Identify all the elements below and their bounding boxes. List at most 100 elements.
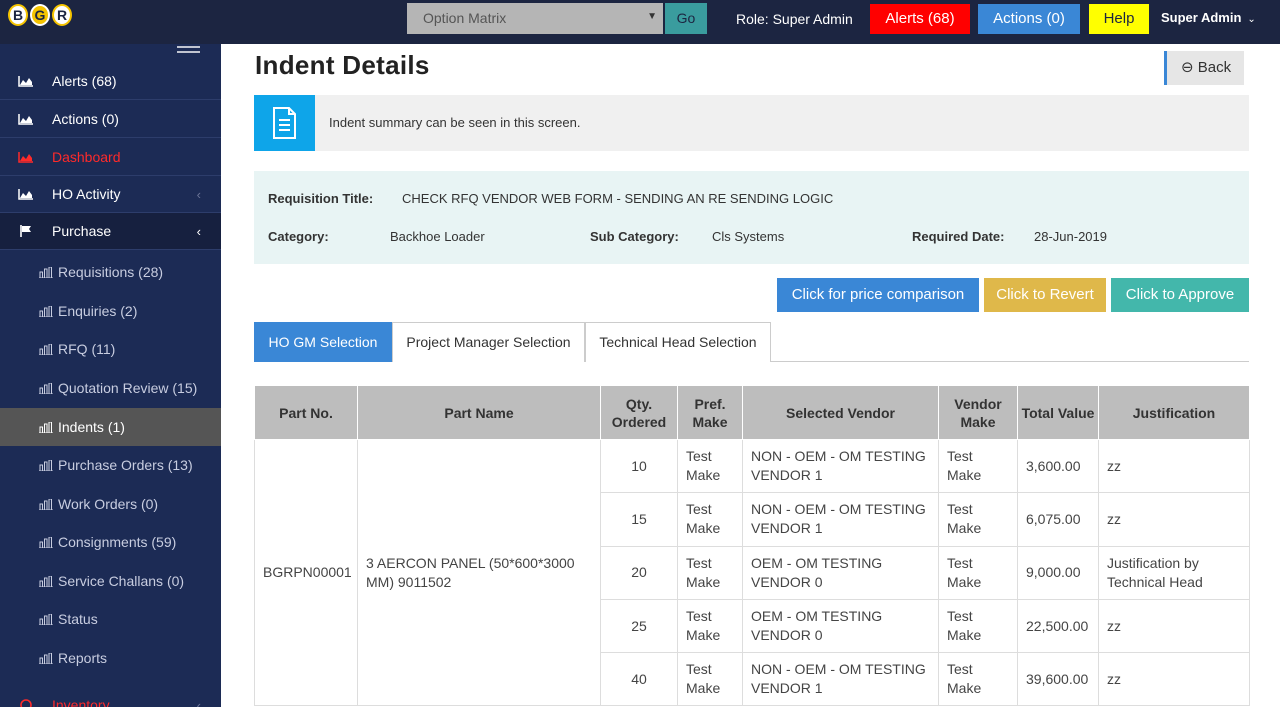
vendor-make-cell: Test Make xyxy=(938,492,1018,547)
total-value-cell: 9,000.00 xyxy=(1017,545,1099,600)
qty-cell: 20 xyxy=(600,545,678,600)
bar-chart-icon xyxy=(39,383,53,394)
total-value-cell: 6,075.00 xyxy=(1017,492,1099,547)
category-value: Backhoe Loader xyxy=(390,229,485,244)
sidebar-subitem-purchase-orders[interactable]: Purchase Orders (13) xyxy=(0,446,221,484)
option-matrix-select[interactable]: Option Matrix ▼ xyxy=(407,3,663,34)
vendor-cell: NON - OEM - OM TESTING VENDOR 1 xyxy=(742,652,939,707)
sidebar-subitem-label: Status xyxy=(58,611,98,627)
user-menu[interactable]: Super Admin ⌄ xyxy=(1161,10,1256,25)
part-no-cell: BGRPN00001 xyxy=(254,438,358,707)
table-header-row: Part No. Part Name Qty. Ordered Pref. Ma… xyxy=(254,385,1250,440)
sidebar-subitem-label: Quotation Review (15) xyxy=(58,380,198,396)
pref-make-cell: Test Make xyxy=(677,652,743,707)
subcategory-label: Sub Category: xyxy=(590,229,679,244)
sidebar-item-actions[interactable]: Actions (0) xyxy=(0,101,221,138)
sidebar-item-label: Actions (0) xyxy=(52,111,119,127)
revert-button[interactable]: Click to Revert xyxy=(984,278,1106,312)
vendor-cell: OEM - OM TESTING VENDOR 0 xyxy=(742,545,939,600)
bar-chart-icon xyxy=(39,344,53,355)
col-header-pref-make: Pref. Make xyxy=(677,385,743,440)
indent-table: Part No. Part Name Qty. Ordered Pref. Ma… xyxy=(254,385,1250,707)
col-header-vendor-make: Vendor Make xyxy=(938,385,1018,440)
bgr-logo[interactable]: B G R xyxy=(8,4,72,32)
col-header-selected-vendor: Selected Vendor xyxy=(742,385,939,440)
actions-button[interactable]: Actions (0) xyxy=(978,4,1080,34)
vendor-make-cell: Test Make xyxy=(938,598,1018,654)
requisition-title-value: CHECK RFQ VENDOR WEB FORM - SENDING AN R… xyxy=(402,191,834,206)
col-header-total-value: Total Value xyxy=(1017,385,1099,440)
pref-make-cell: Test Make xyxy=(677,545,743,600)
sidebar-item-label: Purchase xyxy=(52,223,112,239)
inventory-icon xyxy=(20,699,32,707)
sidebar-item-label: Alerts (68) xyxy=(52,73,117,89)
part-name-cell: 3 AERCON PANEL (50*600*3000 MM) 9011502 xyxy=(357,438,601,707)
info-callout: Indent summary can be seen in this scree… xyxy=(254,95,1249,151)
user-name: Super Admin xyxy=(1161,10,1242,25)
tab-technical-head-selection[interactable]: Technical Head Selection xyxy=(585,322,771,362)
tab-ho-gm-selection[interactable]: HO GM Selection xyxy=(254,322,392,362)
option-matrix-value: Option Matrix xyxy=(423,10,507,26)
sidebar-subitem-work-orders[interactable]: Work Orders (0) xyxy=(0,485,221,523)
vendor-make-cell: Test Make xyxy=(938,545,1018,600)
bar-chart-icon xyxy=(39,537,53,548)
hamburger-menu-icon[interactable] xyxy=(177,46,200,56)
sidebar-item-alerts[interactable]: Alerts (68) xyxy=(0,63,221,100)
pref-make-cell: Test Make xyxy=(677,438,743,494)
info-text: Indent summary can be seen in this scree… xyxy=(329,115,581,130)
sidebar-subitem-quotation-review[interactable]: Quotation Review (15) xyxy=(0,369,221,407)
total-value-cell: 3,600.00 xyxy=(1017,438,1099,494)
sidebar-subitem-label: Indents (1) xyxy=(58,419,125,435)
col-header-part-name: Part Name xyxy=(357,385,601,440)
bar-chart-icon xyxy=(39,614,53,625)
flag-icon xyxy=(20,225,31,237)
table-row: BGRPN00001 3 AERCON PANEL (50*600*3000 M… xyxy=(254,438,1250,707)
requisition-title-label: Requisition Title: xyxy=(268,191,374,206)
chevron-left-icon: ‹ xyxy=(196,698,201,707)
sidebar-subitem-label: RFQ (11) xyxy=(58,341,116,357)
go-button[interactable]: Go xyxy=(665,3,707,34)
qty-cell: 25 xyxy=(600,598,678,654)
sidebar-subitem-rfq[interactable]: RFQ (11) xyxy=(0,330,221,368)
chevron-left-icon: ‹ xyxy=(196,224,201,239)
qty-cell: 15 xyxy=(600,492,678,547)
circle-arrow-left-icon: ⊖ xyxy=(1181,59,1194,76)
sidebar-item-dashboard[interactable]: Dashboard xyxy=(0,139,221,176)
sidebar-item-purchase[interactable]: Purchase ‹ xyxy=(0,213,221,250)
sidebar-item-inventory[interactable]: Inventory ‹ xyxy=(0,687,221,707)
sidebar: Alerts (68) Actions (0) Dashboard HO Act… xyxy=(0,44,221,707)
sidebar-subitem-service-challans[interactable]: Service Challans (0) xyxy=(0,562,221,600)
sidebar-subitem-enquiries[interactable]: Enquiries (2) xyxy=(0,292,221,330)
approve-button[interactable]: Click to Approve xyxy=(1111,278,1249,312)
alerts-button[interactable]: Alerts (68) xyxy=(870,4,970,34)
sidebar-subitem-requisitions[interactable]: Requisitions (28) xyxy=(0,253,221,291)
pref-make-cell: Test Make xyxy=(677,492,743,547)
bar-chart-icon xyxy=(39,576,53,587)
bar-chart-icon xyxy=(39,422,53,433)
sidebar-item-label: Dashboard xyxy=(52,149,121,165)
bar-chart-icon xyxy=(39,653,53,664)
sidebar-subitem-reports[interactable]: Reports xyxy=(0,639,221,677)
sidebar-subitem-status[interactable]: Status xyxy=(0,600,221,638)
sidebar-subitem-indents[interactable]: Indents (1) xyxy=(0,408,221,446)
help-button[interactable]: Help xyxy=(1089,4,1149,34)
col-header-qty-ordered: Qty. Ordered xyxy=(600,385,678,440)
chart-area-icon xyxy=(18,152,33,163)
required-date-value: 28-Jun-2019 xyxy=(1034,229,1107,244)
justification-cell: zz xyxy=(1098,598,1250,654)
sidebar-item-label: HO Activity xyxy=(52,186,121,202)
bar-chart-icon xyxy=(39,267,53,278)
tab-project-manager-selection[interactable]: Project Manager Selection xyxy=(392,322,585,362)
chart-area-icon xyxy=(18,114,33,125)
sidebar-item-ho-activity[interactable]: HO Activity ‹ xyxy=(0,176,221,213)
total-value-cell: 22,500.00 xyxy=(1017,598,1099,654)
sidebar-subitem-label: Service Challans (0) xyxy=(58,573,185,589)
sidebar-subitem-consignments[interactable]: Consignments (59) xyxy=(0,523,221,561)
vendor-cell: NON - OEM - OM TESTING VENDOR 1 xyxy=(742,438,939,494)
price-comparison-button[interactable]: Click for price comparison xyxy=(777,278,979,312)
document-icon xyxy=(254,95,315,151)
caret-down-icon: ▼ xyxy=(647,11,657,22)
logo-letter-b: B xyxy=(8,4,28,26)
bar-chart-icon xyxy=(39,499,53,510)
back-button[interactable]: ⊖ Back xyxy=(1164,51,1244,85)
